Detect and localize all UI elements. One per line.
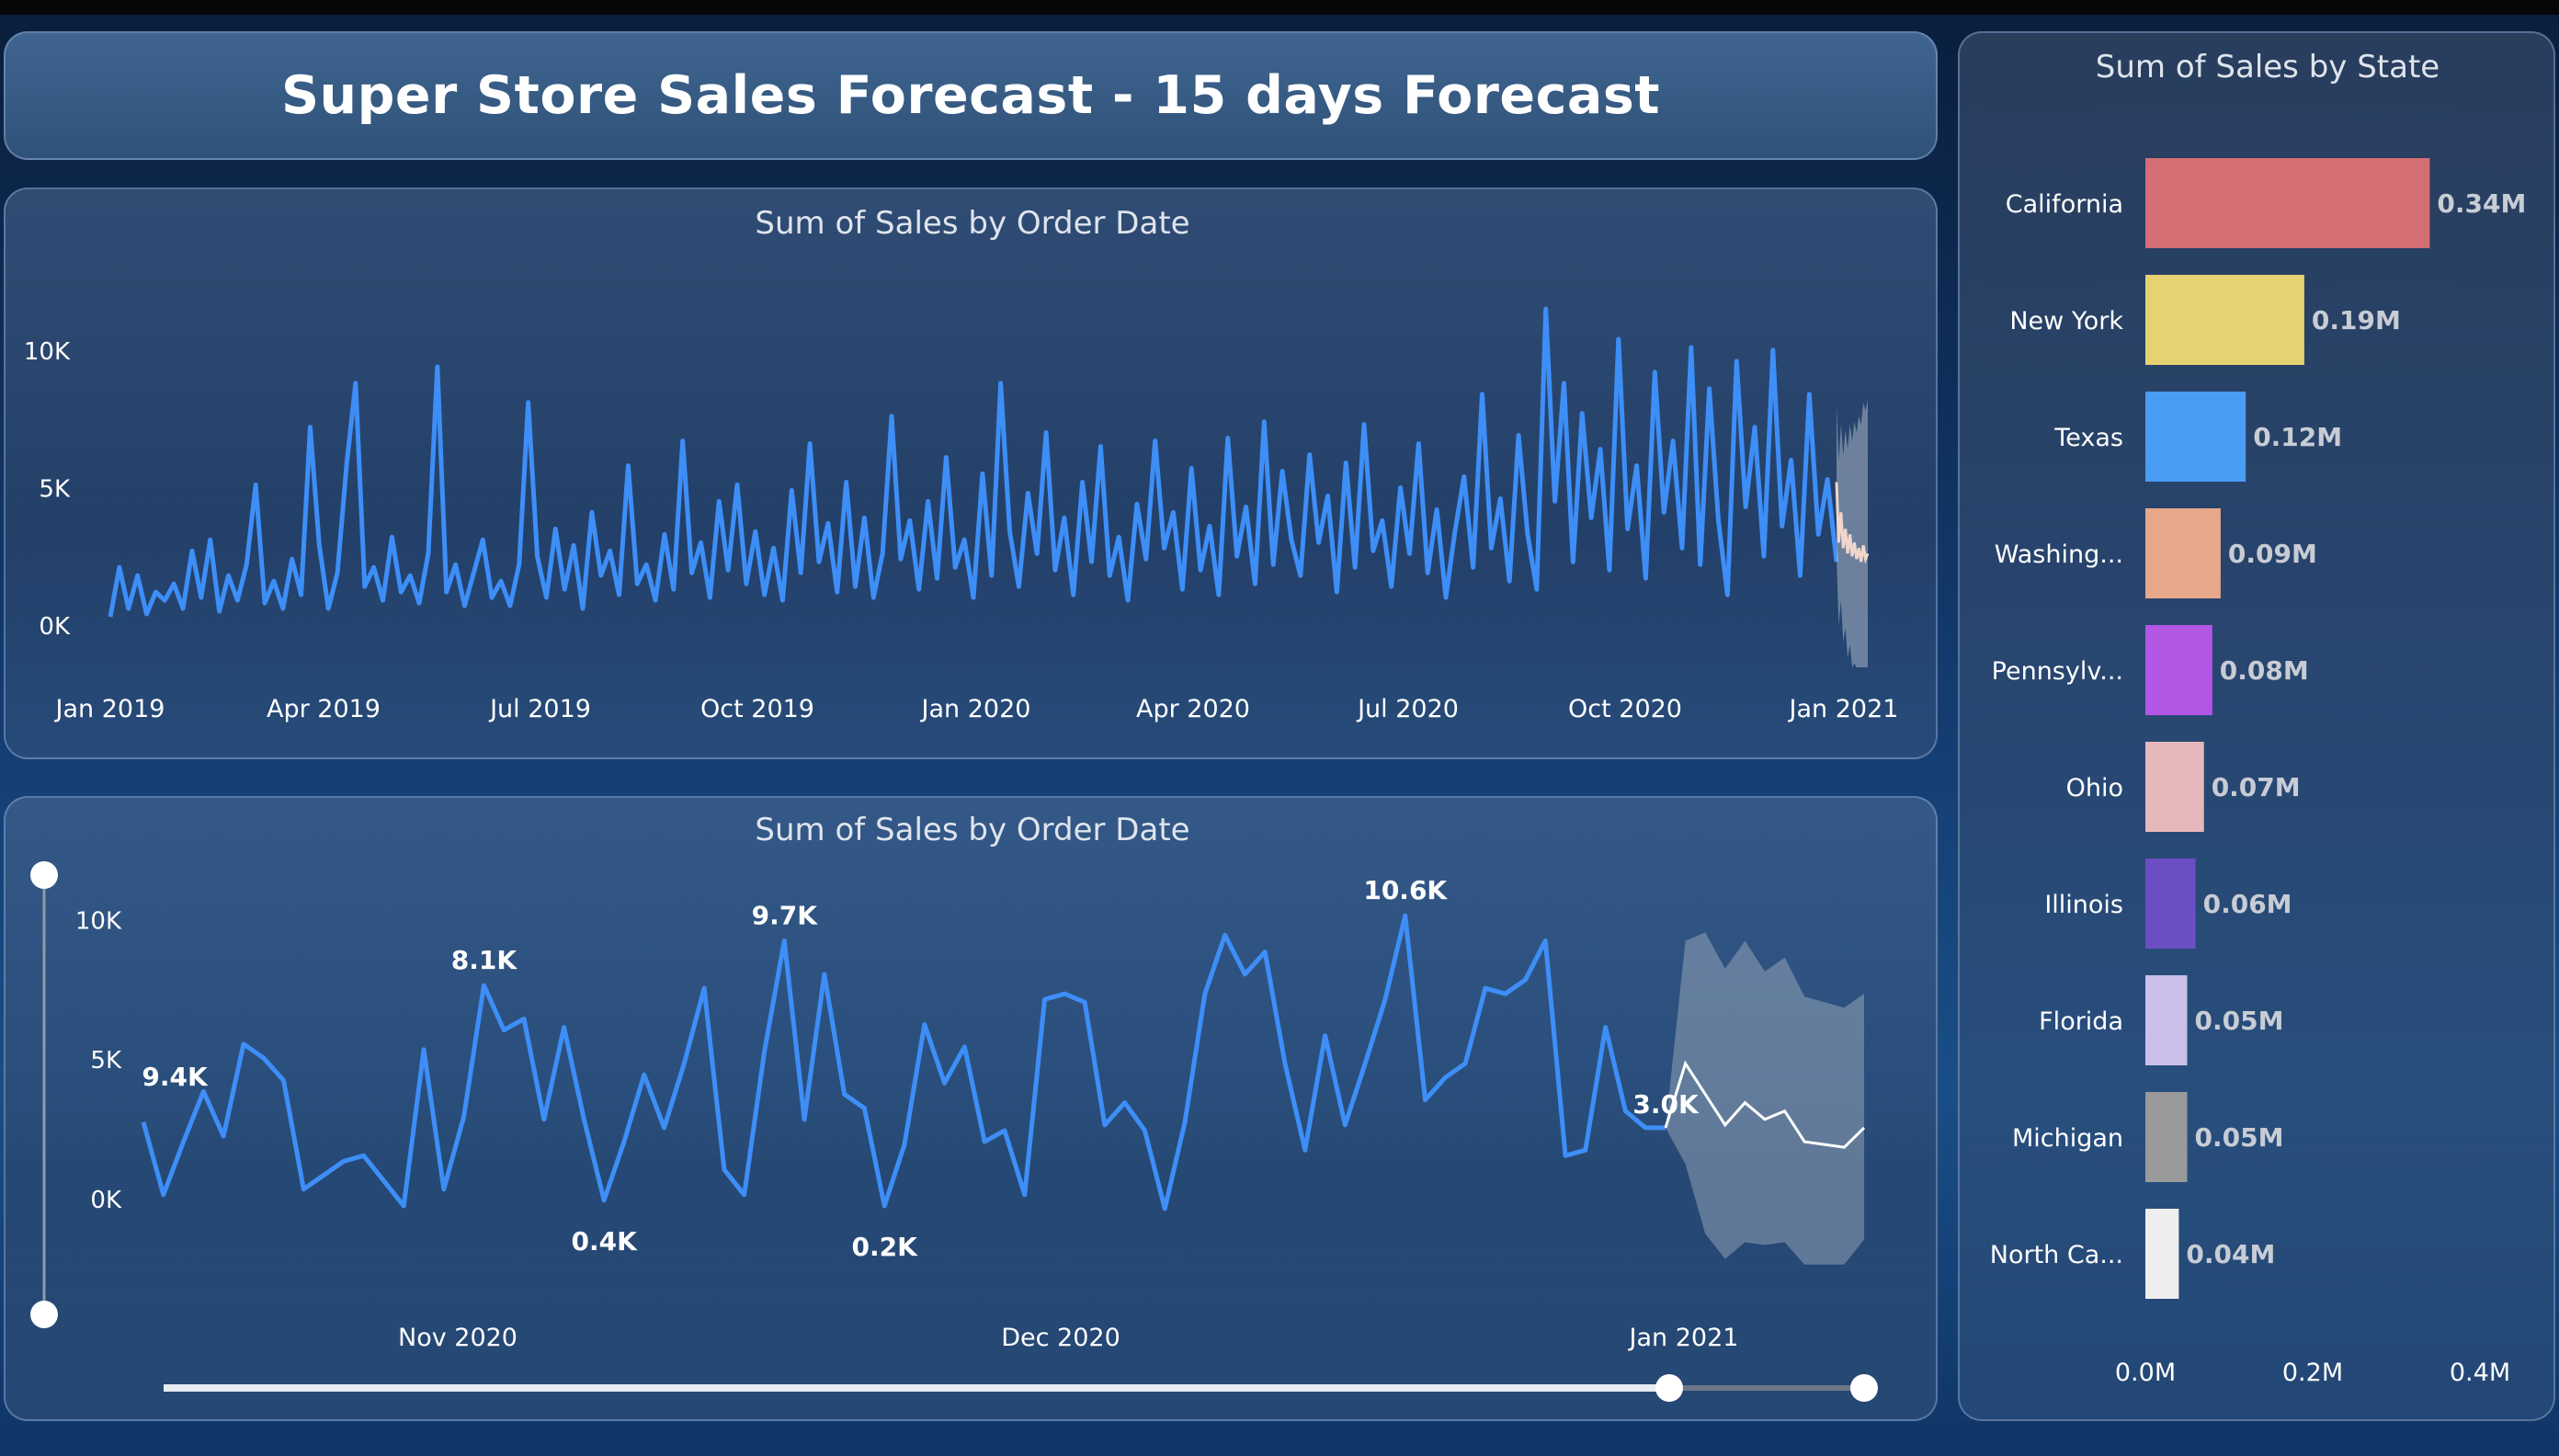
data-label: 10.6K [1363, 875, 1448, 905]
y-tick-label: 10K [24, 338, 71, 366]
value-label: 0.12M [2253, 422, 2342, 452]
bar-florida [2145, 975, 2188, 1065]
x-range-slider-right-handle[interactable] [1850, 1374, 1878, 1402]
y-range-slider-top-handle[interactable] [30, 861, 58, 889]
x-tick-label: Jul 2019 [488, 695, 591, 723]
x-tick-label: Oct 2020 [1568, 695, 1682, 723]
data-label: 9.7K [752, 900, 819, 930]
category-label: Pennsylv... [1992, 657, 2123, 686]
zoomed-sales-chart: Sum of Sales by Order Date 0K 5K 10K Nov 202… [30, 812, 1878, 1402]
bar-texas [2145, 392, 2246, 482]
value-label: 0.04M [2186, 1239, 2275, 1269]
y-tick-label: 5K [90, 1047, 122, 1075]
x-tick-label: Jul 2020 [1356, 695, 1459, 723]
top-bar [0, 0, 2559, 15]
bar-illinois [2145, 859, 2196, 949]
bar-washing- [2145, 508, 2221, 598]
x-tick-label: Apr 2019 [267, 695, 381, 723]
bar-new-york [2145, 275, 2304, 365]
value-label: 0.05M [2195, 1122, 2284, 1153]
bar-north-ca- [2145, 1209, 2179, 1299]
category-label: Washing... [1995, 540, 2123, 569]
chart-title: Sum of Sales by State [2096, 49, 2440, 85]
zoomed-sales-chart-panel: Sum of Sales by Order Date 0K 5K 10K Nov 202… [4, 796, 1938, 1421]
category-label: New York [2009, 307, 2123, 336]
y-tick-label: 5K [39, 475, 71, 503]
daily-sales-chart-panel: Sum of Sales by Order Date 0K 5K 10K Jan 201… [4, 188, 1938, 759]
y-tick-label: 0K [90, 1187, 122, 1214]
value-label: 0.09M [2228, 539, 2317, 569]
category-label: California [2006, 190, 2123, 219]
value-label: 0.19M [2312, 305, 2401, 336]
bar-pennsylv- [2145, 625, 2212, 715]
x-range-slider-left-handle[interactable] [1655, 1374, 1683, 1402]
actual-sales-line [108, 306, 1839, 618]
y-tick-label: 10K [75, 907, 122, 935]
actual-sales-line [141, 913, 1666, 1211]
x-tick-label: Nov 2020 [398, 1324, 517, 1352]
data-label: 9.4K [142, 1062, 209, 1092]
data-label: 3.0K [1632, 1089, 1700, 1120]
chart-title: Sum of Sales by Order Date [755, 812, 1189, 848]
state-sales-chart: Sum of Sales by State California 0.34M New … [1990, 49, 2527, 1387]
category-label: Illinois [2044, 891, 2123, 919]
dashboard-title: Super Store Sales Forecast - 15 days For… [280, 65, 1661, 126]
chart-title: Sum of Sales by Order Date [755, 205, 1189, 242]
bar-michigan [2145, 1092, 2188, 1182]
x-tick-label: Dec 2020 [1001, 1324, 1120, 1352]
daily-sales-chart: Sum of Sales by Order Date 0K 5K 10K Jan 201… [24, 205, 1899, 723]
data-label: 0.4K [572, 1226, 639, 1257]
x-tick-label: Jan 2021 [1788, 695, 1899, 723]
x-tick-label: 0.0M [2115, 1359, 2176, 1387]
value-label: 0.05M [2195, 1006, 2284, 1036]
x-tick-label: 0.2M [2282, 1359, 2343, 1387]
category-label: Michigan [2012, 1124, 2123, 1153]
value-label: 0.34M [2437, 188, 2526, 219]
bar-ohio [2145, 742, 2204, 832]
x-tick-label: Oct 2019 [700, 695, 814, 723]
value-label: 0.07M [2212, 772, 2301, 802]
data-label: 0.2K [852, 1232, 919, 1262]
category-label: Ohio [2066, 774, 2123, 802]
x-tick-label: Jan 2020 [920, 695, 1031, 723]
x-tick-label: Apr 2020 [1136, 695, 1250, 723]
x-tick-label: Jan 2021 [1628, 1324, 1739, 1352]
value-label: 0.08M [2220, 655, 2309, 686]
category-label: North Ca... [1990, 1241, 2123, 1269]
title-card: Super Store Sales Forecast - 15 days For… [4, 31, 1938, 160]
x-tick-label: 0.4M [2450, 1359, 2510, 1387]
category-label: Texas [2053, 424, 2123, 452]
category-label: Florida [2039, 1007, 2123, 1036]
state-sales-chart-panel: Sum of Sales by State California 0.34M New … [1958, 31, 2555, 1421]
data-label: 8.1K [451, 945, 518, 975]
x-tick-label: Jan 2019 [54, 695, 165, 723]
value-label: 0.06M [2203, 889, 2292, 919]
y-tick-label: 0K [39, 613, 71, 641]
bar-california [2145, 158, 2430, 248]
y-range-slider-bottom-handle[interactable] [30, 1301, 58, 1328]
